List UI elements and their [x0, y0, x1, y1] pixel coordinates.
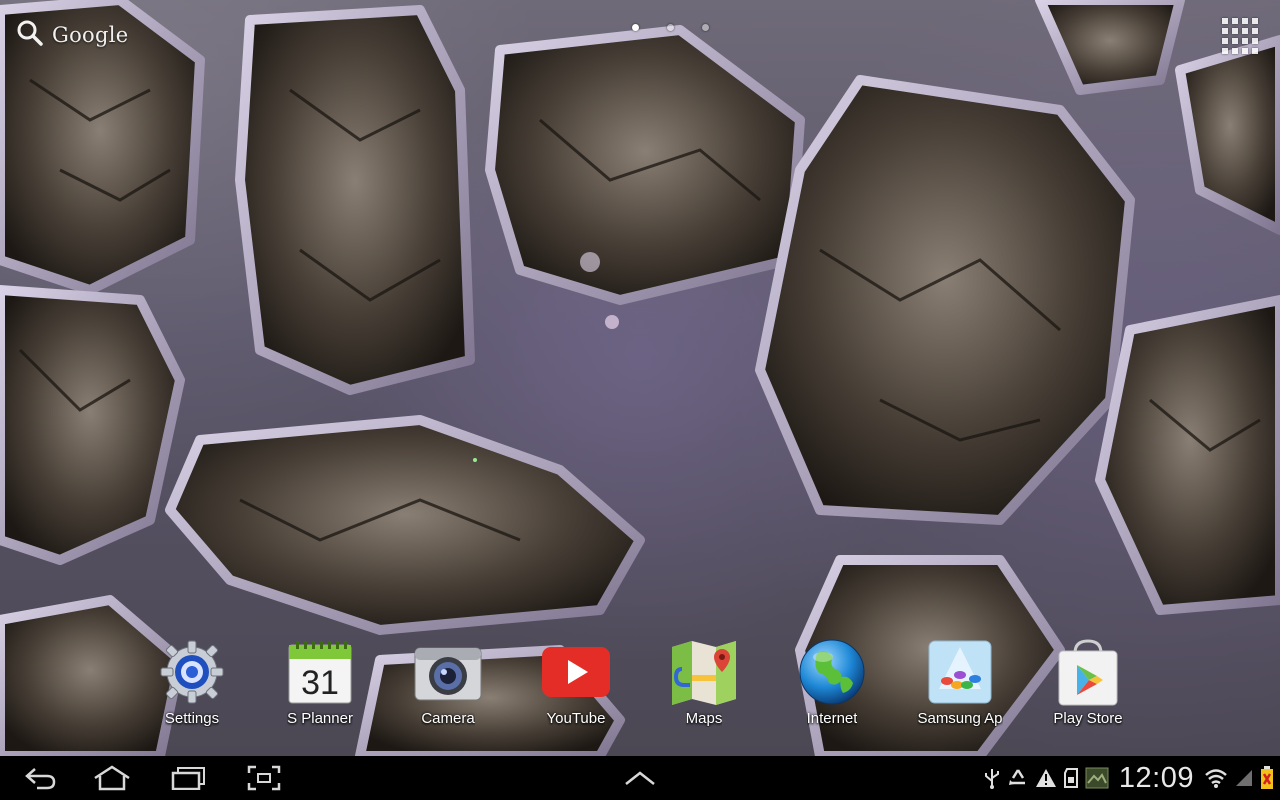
app-samsung-apps[interactable]: Samsung Ap	[900, 636, 1020, 727]
sd-card-icon	[1063, 767, 1079, 789]
play-store-icon	[1052, 636, 1124, 708]
app-settings[interactable]: Settings	[132, 636, 252, 727]
page-indicator	[632, 24, 709, 31]
app-dock: Settings 31 S Planner Camera YouTube Map…	[0, 630, 1280, 740]
recycle-icon	[1007, 767, 1029, 789]
signal-icon	[1234, 768, 1254, 788]
recent-apps-icon[interactable]	[160, 756, 216, 800]
app-label: S Planner	[287, 710, 353, 727]
app-label: Maps	[685, 710, 723, 727]
app-camera[interactable]: Camera	[388, 636, 508, 727]
status-clock: 12:09	[1118, 761, 1194, 794]
page-dot-3	[702, 24, 709, 31]
app-label: Play Store	[1053, 710, 1123, 727]
settings-gear-icon	[156, 636, 228, 708]
app-label: Internet	[806, 710, 858, 727]
image-thumbnail-icon	[1085, 767, 1109, 789]
page-dot-1	[632, 24, 639, 31]
app-maps[interactable]: Maps	[644, 636, 764, 727]
page-dot-2	[667, 24, 674, 31]
google-search-label: Google	[52, 23, 129, 47]
warning-icon	[1035, 768, 1057, 788]
app-internet[interactable]: Internet	[772, 636, 892, 727]
status-area[interactable]: 12:09	[983, 756, 1274, 800]
screenshot-icon[interactable]	[236, 756, 292, 800]
app-label: Camera	[421, 710, 475, 727]
app-label: Samsung Ap	[917, 710, 1003, 727]
app-play-store[interactable]: Play Store	[1028, 636, 1148, 727]
samsung-apps-icon	[924, 636, 996, 708]
home-screen: Google Settings 31 S Planner Camera YouT…	[0, 0, 1280, 800]
back-icon[interactable]	[12, 756, 68, 800]
app-s-planner[interactable]: 31 S Planner	[260, 636, 380, 727]
home-icon[interactable]	[84, 756, 140, 800]
globe-icon	[796, 636, 868, 708]
search-icon	[16, 19, 44, 52]
usb-icon	[983, 767, 1001, 789]
apps-grid-icon[interactable]	[1220, 16, 1260, 56]
camera-icon	[412, 636, 484, 708]
system-navigation-bar: 12:09	[0, 756, 1280, 800]
maps-icon	[668, 636, 740, 708]
calendar-icon: 31	[284, 636, 356, 708]
wifi-icon	[1204, 767, 1228, 789]
app-youtube[interactable]: YouTube	[516, 636, 636, 727]
battery-icon	[1260, 766, 1274, 790]
chevron-up-icon[interactable]	[612, 756, 668, 800]
app-label: YouTube	[546, 710, 606, 727]
google-search-widget[interactable]: Google	[16, 18, 128, 52]
app-label: Settings	[164, 710, 220, 727]
calendar-day-text: 31	[301, 664, 339, 702]
youtube-icon	[540, 636, 612, 708]
